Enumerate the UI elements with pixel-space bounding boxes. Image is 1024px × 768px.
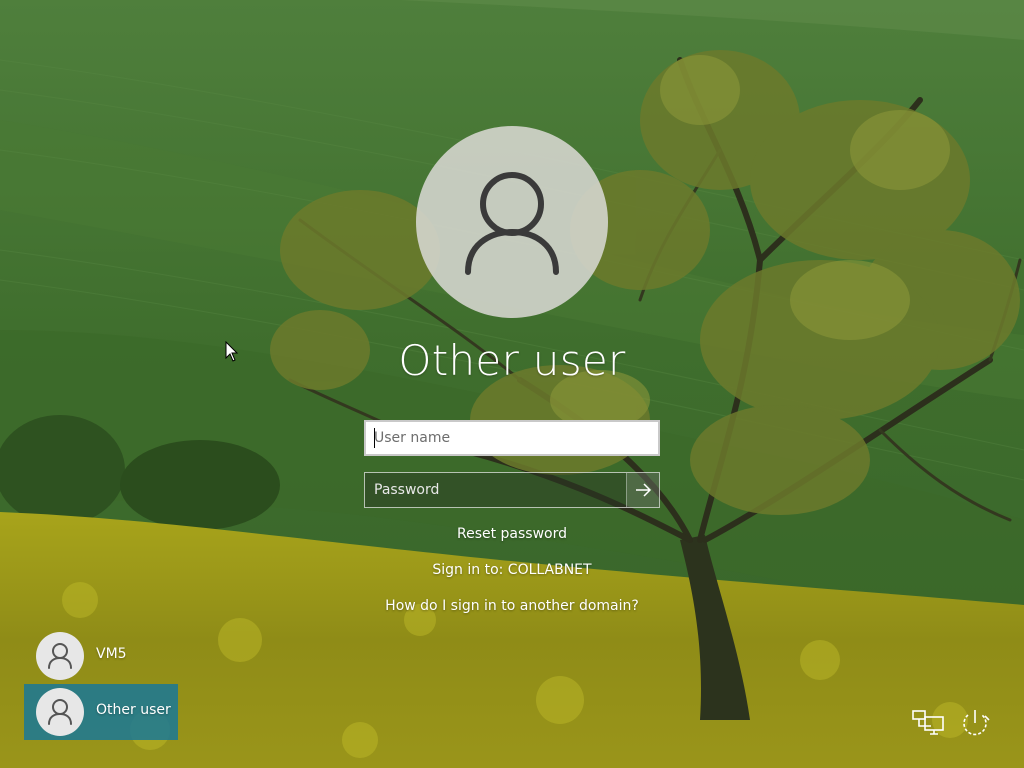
password-field-container (364, 472, 660, 508)
network-button[interactable] (911, 706, 945, 740)
user-tile-label: Other user (96, 702, 171, 718)
sign-in-domain-text: Sign in to: COLLABNET (432, 562, 592, 578)
user-tile-vm5[interactable]: VM5 (24, 628, 178, 684)
user-title: Other user (398, 336, 626, 385)
arrow-right-icon (636, 483, 652, 497)
user-avatar-icon (48, 643, 72, 669)
user-tile-label: VM5 (96, 646, 127, 662)
avatar (36, 632, 84, 680)
domain-help-link[interactable]: How do I sign in to another domain? (262, 598, 762, 614)
user-avatar-icon (48, 699, 72, 725)
power-button[interactable] (958, 706, 992, 740)
mouse-pointer-icon (225, 341, 239, 362)
user-avatar-large (416, 126, 608, 318)
password-input[interactable] (365, 473, 627, 507)
lock-screen: Other user Reset password Sign in to: CO… (0, 0, 1024, 768)
user-avatar-icon (465, 172, 559, 275)
network-icon (912, 710, 944, 735)
avatar (36, 688, 84, 736)
username-input[interactable] (364, 420, 660, 456)
power-icon (963, 710, 990, 736)
text-caret (374, 428, 375, 448)
user-tile-other-user[interactable]: Other user (24, 684, 178, 740)
reset-password-link[interactable]: Reset password (262, 526, 762, 542)
submit-button[interactable] (626, 473, 659, 507)
